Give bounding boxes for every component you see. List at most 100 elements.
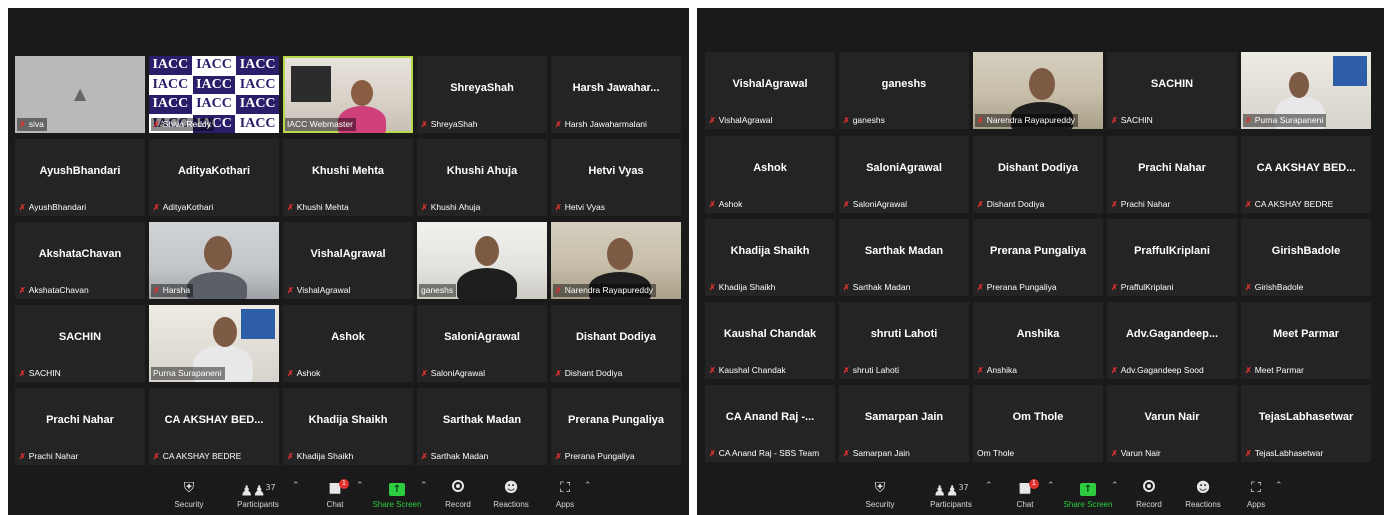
reaction-icon: ☻ [1195, 480, 1211, 496]
participant-label: ✗ SaloniAgrawal [421, 368, 486, 378]
security-button[interactable]: ⛨ Security [159, 479, 219, 510]
participant-label: ✗ Adv.Gagandeep Sood [1111, 365, 1204, 375]
video-tile[interactable]: Purna Surapaneni [149, 305, 279, 382]
video-tile[interactable]: ✗ Purna Surapaneni [1241, 52, 1371, 129]
reactions-button[interactable]: ☻ Reactions [481, 479, 541, 510]
share-menu-caret[interactable]: ⌃ [1111, 481, 1119, 491]
participant-tile[interactable]: Prachi Nahar ✗ Prachi Nahar [15, 388, 145, 465]
participant-tile[interactable]: Om Thole Om Thole [973, 385, 1103, 462]
muted-mic-icon: ✗ [709, 283, 716, 292]
participant-tile[interactable]: AkshataChavan ✗ AkshataChavan [15, 222, 145, 299]
participant-tile[interactable]: Prachi Nahar ✗ Prachi Nahar [1107, 136, 1237, 213]
participant-label: ✗ shruti Lahoti [843, 365, 900, 375]
participant-label: ✗ Dishant Dodiya [555, 368, 623, 378]
participant-tile[interactable]: ganeshs ✗ ganeshs [839, 52, 969, 129]
participant-label: ✗ Anshika [977, 365, 1017, 375]
share-screen-icon: ↑ [367, 479, 427, 497]
muted-mic-icon: ✗ [555, 120, 562, 129]
participant-label: ✗ Dishant Dodiya [977, 199, 1045, 209]
apps-menu-caret[interactable]: ⌃ [1275, 481, 1283, 491]
participant-name: shruti Lahoti [870, 328, 938, 340]
muted-mic-icon: ✗ [19, 452, 26, 461]
chat-bubble-icon: ■ [1018, 480, 1032, 496]
participant-tile[interactable]: Dishant Dodiya ✗ Dishant Dodiya [551, 305, 681, 382]
participant-tile[interactable]: VishalAgrawal ✗ VishalAgrawal [705, 52, 835, 129]
participants-button[interactable]: ♟♟37 Participants [921, 479, 981, 510]
participant-name: VishalAgrawal [732, 78, 808, 90]
participant-name: Khushi Mehta [311, 165, 385, 177]
participant-tile[interactable]: Sarthak Madan ✗ Sarthak Madan [417, 388, 547, 465]
participant-tile[interactable]: Khushi Mehta ✗ Khushi Mehta [283, 139, 413, 216]
participant-tile[interactable]: Hetvi Vyas ✗ Hetvi Vyas [551, 139, 681, 216]
reactions-button[interactable]: ☻ Reactions [1173, 479, 1233, 510]
video-tile-active-speaker[interactable]: IACC Webmaster [283, 56, 413, 133]
participant-name: PraffulKriplani [1134, 245, 1210, 257]
participant-tile[interactable]: Khadija Shaikh ✗ Khadija Shaikh [705, 219, 835, 296]
video-tile[interactable]: ✗ Harsha [149, 222, 279, 299]
participant-tile[interactable]: SACHIN ✗ SACHIN [1107, 52, 1237, 129]
participant-tile[interactable]: Harsh Jawahar... ✗ Harsh Jawaharmalani [551, 56, 681, 133]
participant-tile[interactable]: SaloniAgrawal ✗ SaloniAgrawal [417, 305, 547, 382]
participant-tile[interactable]: Kaushal Chandak ✗ Kaushal Chandak [705, 302, 835, 379]
participant-tile[interactable]: Varun Nair ✗ Varun Nair [1107, 385, 1237, 462]
participant-tile[interactable]: VishalAgrawal ✗ VishalAgrawal [283, 222, 413, 299]
chat-menu-caret[interactable]: ⌃ [1047, 481, 1055, 491]
participants-button[interactable]: ♟♟37 Participants [228, 479, 288, 510]
participant-name: CA Anand Raj -... [725, 411, 815, 423]
meeting-window-left: ▲ ✗ siva IACC IACC IACC IACC IACC IACC IACC IA… [8, 8, 689, 515]
chat-button[interactable]: ■ 1 Chat [995, 479, 1055, 510]
participant-label: ✗ CA Anand Raj - SBS Team [709, 448, 820, 458]
participant-tile[interactable]: Ashok ✗ Ashok [283, 305, 413, 382]
video-tile[interactable]: ✗ Narendra Rayapureddy [973, 52, 1103, 129]
participant-name: Khadija Shaikh [730, 245, 810, 257]
participant-tile[interactable]: GirishBadole ✗ GirishBadole [1241, 219, 1371, 296]
meeting-toolbar: ⛨ Security ♟♟37 Participants ⌃ ■ 1 Chat … [697, 477, 1384, 515]
record-button[interactable]: Record [1119, 479, 1179, 510]
participant-tile[interactable]: Dishant Dodiya ✗ Dishant Dodiya [973, 136, 1103, 213]
participant-tile[interactable]: Khadija Shaikh ✗ Khadija Shaikh [283, 388, 413, 465]
participant-tile[interactable]: shruti Lahoti ✗ shruti Lahoti [839, 302, 969, 379]
shield-icon: ⛨ [183, 480, 195, 496]
participant-tile[interactable]: AyushBhandari ✗ AyushBhandari [15, 139, 145, 216]
participant-tile[interactable]: TejasLabhasetwar ✗ TejasLabhasetwar [1241, 385, 1371, 462]
participant-tile[interactable]: Anshika ✗ Anshika [973, 302, 1103, 379]
participant-tile[interactable]: Sarthak Madan ✗ Sarthak Madan [839, 219, 969, 296]
muted-mic-icon: ✗ [1111, 366, 1118, 375]
muted-mic-icon: ✗ [709, 449, 716, 458]
participants-menu-caret[interactable]: ⌃ [292, 481, 300, 491]
video-tile[interactable]: ✗ Narendra Rayapureddy [551, 222, 681, 299]
participant-label: ✗ Khadija Shaikh [709, 282, 776, 292]
participant-name: AkshataChavan [38, 248, 122, 260]
video-tile[interactable]: IACC IACC IACC IACC IACC IACC IACC IACC IACC I… [149, 56, 279, 133]
participant-tile[interactable]: Prerana Pungaliya ✗ Prerana Pungaliya [973, 219, 1103, 296]
participant-tile[interactable]: SaloniAgrawal ✗ SaloniAgrawal [839, 136, 969, 213]
participant-tile[interactable]: Samarpan Jain ✗ Samarpan Jain [839, 385, 969, 462]
video-tile[interactable]: ganeshs [417, 222, 547, 299]
participants-menu-caret[interactable]: ⌃ [985, 481, 993, 491]
chat-menu-caret[interactable]: ⌃ [356, 481, 364, 491]
record-button[interactable]: Record [428, 479, 488, 510]
participant-tile[interactable]: CA Anand Raj -... ✗ CA Anand Raj - SBS Te… [705, 385, 835, 462]
participant-tile[interactable]: PraffulKriplani ✗ PraffulKriplani [1107, 219, 1237, 296]
participant-tile[interactable]: Ashok ✗ Ashok [705, 136, 835, 213]
participant-label: ✗ Ashok [709, 199, 743, 209]
participant-tile[interactable]: CA AKSHAY BED... ✗ CA AKSHAY BEDRE [1241, 136, 1371, 213]
share-screen-button[interactable]: ↑ Share Screen [367, 479, 427, 510]
participant-name: Ashok [331, 331, 365, 343]
participant-tile[interactable]: SACHIN ✗ SACHIN [15, 305, 145, 382]
participant-tile[interactable]: ShreyaShah ✗ ShreyaShah [417, 56, 547, 133]
participant-tile[interactable]: Khushi Ahuja ✗ Khushi Ahuja [417, 139, 547, 216]
share-screen-button[interactable]: ↑ Share Screen [1058, 479, 1118, 510]
meeting-window-right: VishalAgrawal ✗ VishalAgrawal ganeshs ✗ ga… [697, 8, 1384, 515]
participant-tile[interactable]: Prerana Pungaliya ✗ Prerana Pungaliya [551, 388, 681, 465]
muted-mic-icon: ✗ [709, 116, 716, 125]
participant-tile[interactable]: AdityaKothari ✗ AdityaKothari [149, 139, 279, 216]
participant-tile[interactable]: Meet Parmar ✗ Meet Parmar [1241, 302, 1371, 379]
muted-mic-icon: ✗ [287, 203, 294, 212]
participant-tile[interactable]: CA AKSHAY BED... ✗ CA AKSHAY BEDRE [149, 388, 279, 465]
security-button[interactable]: ⛨ Security [850, 479, 910, 510]
apps-menu-caret[interactable]: ⌃ [584, 481, 592, 491]
share-menu-caret[interactable]: ⌃ [420, 481, 428, 491]
participant-tile[interactable]: Adv.Gagandeep... ✗ Adv.Gagandeep Sood [1107, 302, 1237, 379]
video-tile[interactable]: ▲ ✗ siva [15, 56, 145, 133]
